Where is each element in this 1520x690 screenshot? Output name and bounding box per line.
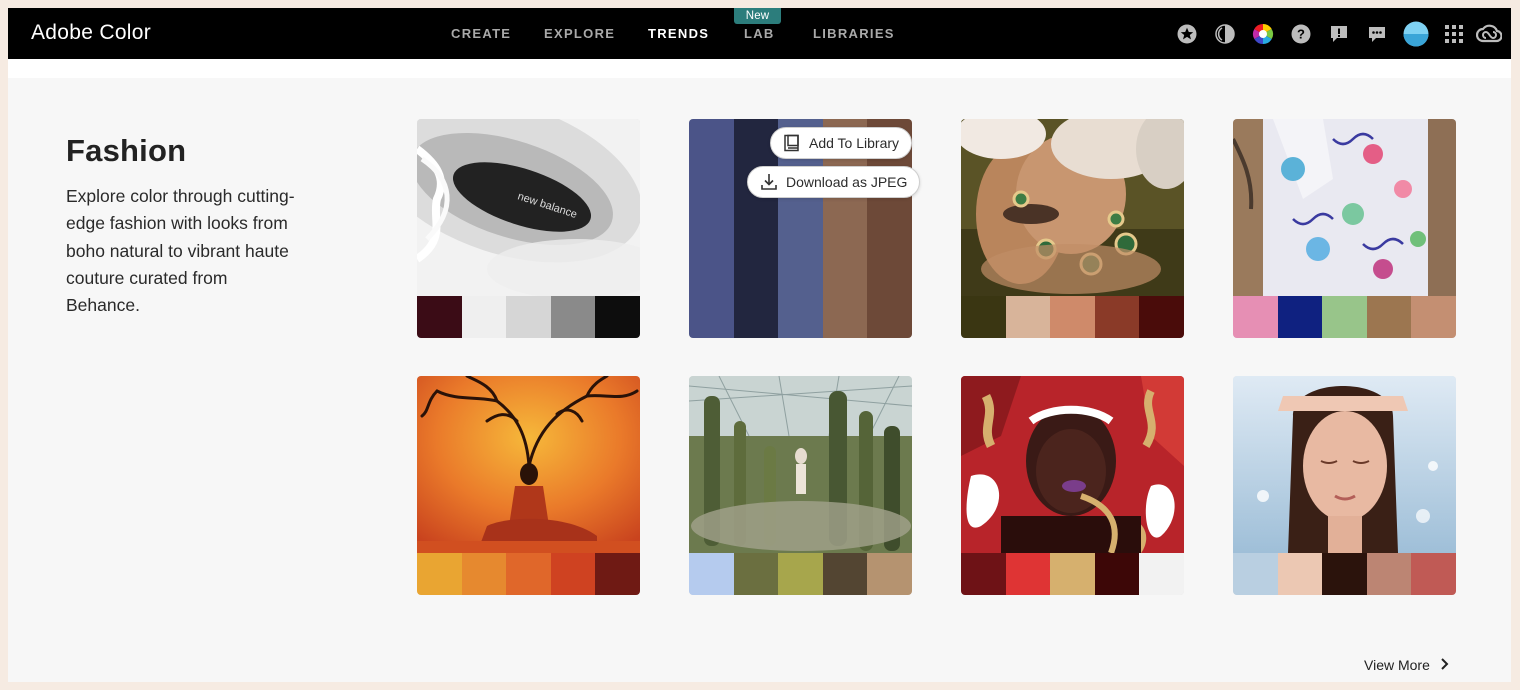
- swatch[interactable]: [550, 296, 596, 338]
- add-to-library-label: Add To Library: [809, 135, 900, 151]
- help-icon[interactable]: ?: [1290, 23, 1312, 45]
- swatch[interactable]: [1005, 296, 1051, 338]
- view-more-link[interactable]: View More: [1364, 657, 1450, 673]
- swatch[interactable]: [1094, 296, 1140, 338]
- chevron-right-icon: [1440, 657, 1450, 673]
- new-badge: New: [734, 8, 781, 24]
- nav-explore[interactable]: EXPLORE: [544, 26, 615, 41]
- swatch[interactable]: [506, 296, 551, 338]
- color-swatches: [417, 553, 640, 595]
- swatch[interactable]: [1411, 296, 1456, 338]
- swatch[interactable]: [1233, 296, 1278, 338]
- color-swatches: [961, 296, 1184, 338]
- swatch[interactable]: [961, 296, 1006, 338]
- library-icon: [783, 134, 801, 152]
- nav-trends[interactable]: TRENDS: [648, 26, 709, 41]
- swatch[interactable]: [1050, 296, 1095, 338]
- nav-create[interactable]: CREATE: [451, 26, 511, 41]
- swatch[interactable]: [461, 553, 507, 595]
- svg-text:?: ?: [1297, 27, 1305, 42]
- nav-libraries[interactable]: LIBRARIES: [813, 26, 895, 41]
- swatch[interactable]: [417, 553, 462, 595]
- trend-card-sneaker[interactable]: new balance: [417, 119, 640, 338]
- swatch[interactable]: [417, 296, 462, 338]
- color-swatches: [1233, 296, 1456, 338]
- trend-card-orange-tree[interactable]: [417, 376, 640, 595]
- accessibility-contrast-icon[interactable]: [1214, 23, 1236, 45]
- card-image-paint-portrait: [961, 376, 1184, 553]
- swatch[interactable]: [1322, 296, 1367, 338]
- swatch[interactable]: [733, 553, 779, 595]
- swatch[interactable]: [506, 553, 551, 595]
- swatch[interactable]: [595, 553, 640, 595]
- swatch[interactable]: [822, 553, 868, 595]
- app-title[interactable]: Adobe Color: [31, 21, 151, 45]
- apps-grid-icon[interactable]: [1443, 23, 1465, 45]
- swatch[interactable]: [1139, 296, 1184, 338]
- add-to-library-button[interactable]: Add To Library: [770, 127, 913, 159]
- card-image-shirt: [1233, 119, 1456, 296]
- card-image-woman-sunlight: [1233, 376, 1456, 553]
- chat-icon[interactable]: [1366, 23, 1388, 45]
- nav-lab[interactable]: LAB: [744, 26, 775, 41]
- swatch[interactable]: [1366, 553, 1412, 595]
- view-more-label: View More: [1364, 657, 1430, 673]
- swatch[interactable]: [1233, 553, 1278, 595]
- color-swatches: [417, 296, 640, 338]
- creative-cloud-icon[interactable]: [1476, 23, 1502, 45]
- app-frame: Adobe Color CREATE EXPLORE TRENDS New LA…: [8, 8, 1511, 682]
- swatch[interactable]: [1139, 553, 1184, 595]
- trend-card-cactus[interactable]: [689, 376, 912, 595]
- swatch[interactable]: [1322, 553, 1367, 595]
- card-image-orange-tree: [417, 376, 640, 553]
- swatch[interactable]: [867, 553, 912, 595]
- swatch[interactable]: [461, 296, 507, 338]
- swatch[interactable]: [689, 553, 734, 595]
- top-navigation-bar: Adobe Color CREATE EXPLORE TRENDS New LA…: [8, 8, 1511, 59]
- color-swatches: [1233, 553, 1456, 595]
- header-divider: [8, 59, 1511, 78]
- color-swatches: [961, 553, 1184, 595]
- card-image-cactus: [689, 376, 912, 553]
- swatch[interactable]: [689, 119, 734, 338]
- download-jpeg-button[interactable]: Download as JPEG: [747, 166, 921, 198]
- swatch[interactable]: [1005, 553, 1051, 595]
- swatch[interactable]: [1366, 296, 1412, 338]
- swatch[interactable]: [1277, 553, 1323, 595]
- swatch[interactable]: [595, 296, 640, 338]
- trend-card-jewelry[interactable]: [961, 119, 1184, 338]
- color-wheel-icon[interactable]: [1252, 23, 1274, 45]
- feedback-alert-icon[interactable]: [1328, 23, 1350, 45]
- download-icon: [760, 173, 778, 191]
- swatch[interactable]: [961, 553, 1006, 595]
- swatch[interactable]: [1277, 296, 1323, 338]
- section-title: Fashion: [66, 133, 187, 168]
- trend-card-shirt[interactable]: [1233, 119, 1456, 338]
- download-jpeg-label: Download as JPEG: [786, 174, 908, 190]
- swatch[interactable]: [1094, 553, 1140, 595]
- swatch[interactable]: [550, 553, 596, 595]
- swatch[interactable]: [1050, 553, 1095, 595]
- favorites-star-icon[interactable]: [1176, 23, 1198, 45]
- swatch[interactable]: [733, 119, 779, 338]
- section-description: Explore color through cutting-edge fashi…: [66, 186, 295, 316]
- color-swatches: [689, 553, 912, 595]
- card-image-jewelry: [961, 119, 1184, 296]
- trend-card-woman-sunlight[interactable]: [1233, 376, 1456, 595]
- card-image-sneaker: new balance: [417, 119, 640, 296]
- user-avatar[interactable]: [1403, 21, 1429, 47]
- swatch[interactable]: [778, 553, 823, 595]
- swatch[interactable]: [1411, 553, 1456, 595]
- trend-card-paint-portrait[interactable]: [961, 376, 1184, 595]
